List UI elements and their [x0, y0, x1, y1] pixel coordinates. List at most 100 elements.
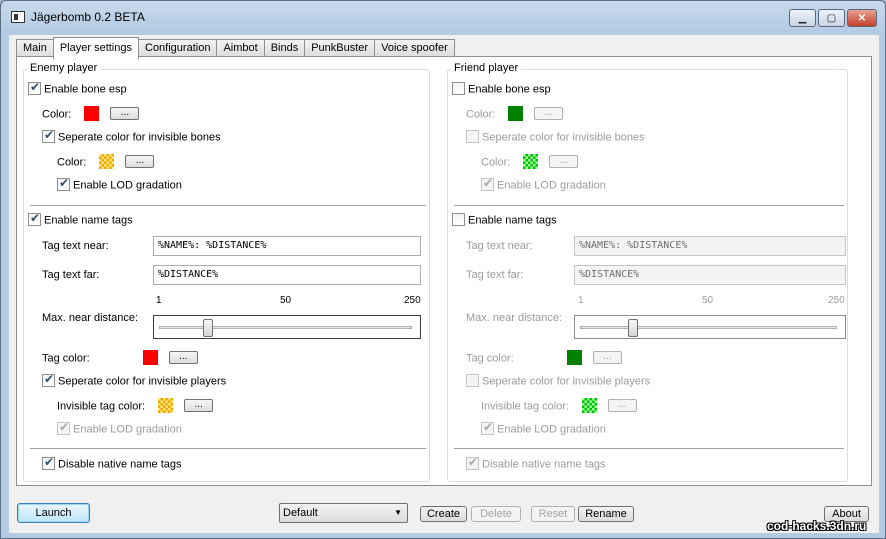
friend-invisible-color-swatch — [523, 154, 539, 169]
enemy-invisible-tag-color-row: Invisible tag color: ... — [57, 398, 214, 414]
enemy-disable-native-checkbox[interactable] — [42, 455, 55, 470]
friend-color-row: Color: ... — [466, 106, 564, 122]
enemy-tag-far-input[interactable]: %DISTANCE% — [153, 265, 421, 285]
friend-slider-min-label: 1 — [578, 295, 584, 306]
enemy-sep-bones-label: Seperate color for invisible bones — [58, 131, 221, 144]
enemy-invisible-color-label: Color: — [57, 156, 87, 169]
enemy-lod-row[interactable]: Enable LOD gradation — [57, 176, 182, 192]
friend-player-group: Friend player Enable bone esp Color: ...… — [447, 62, 848, 482]
delete-button[interactable]: Delete — [471, 506, 521, 522]
enemy-color-swatch — [84, 106, 100, 121]
friend-tag-far-input[interactable]: %DISTANCE% — [574, 265, 846, 285]
enemy-slider-thumb[interactable] — [203, 319, 213, 337]
enemy-sep-bones-checkbox[interactable] — [42, 128, 55, 143]
friend-tag-color-picker-button[interactable]: ... — [592, 351, 622, 364]
enemy-tag-color-swatch — [142, 350, 158, 365]
maximize-button[interactable]: ▢ — [818, 9, 845, 27]
close-button[interactable]: ✕ — [847, 9, 877, 27]
chevron-down-icon: ▼ — [394, 508, 402, 517]
friend-slider-max-label: 250 — [828, 295, 845, 306]
enemy-sep-players-checkbox[interactable] — [42, 372, 55, 387]
enemy-lod-checkbox[interactable] — [57, 176, 70, 191]
enemy-invisible-color-picker-button[interactable]: ... — [125, 155, 155, 168]
enemy-name-tags-checkbox[interactable] — [28, 211, 41, 226]
launch-button[interactable]: Launch — [17, 503, 90, 523]
friend-name-tags-row[interactable]: Enable name tags — [452, 213, 557, 227]
friend-tag-color-swatch — [566, 350, 582, 365]
enemy-name-tags-row[interactable]: Enable name tags — [28, 211, 133, 227]
friend-invisible-tag-color-swatch — [582, 398, 598, 413]
friend-tag-near-label: Tag text near: — [466, 240, 533, 252]
friend-sep-players-row[interactable]: Seperate color for invisible players — [466, 374, 650, 388]
enemy-max-near-label: Max. near distance: — [42, 312, 138, 324]
friend-color-label: Color: — [466, 108, 496, 121]
watermark-text: cod-hacks.3dn.ru — [767, 519, 867, 533]
enemy-divider-2 — [30, 448, 426, 449]
friend-tag-color-row: Tag color: ... — [466, 350, 622, 366]
minimize-button[interactable]: ▁ — [789, 9, 816, 27]
rename-button[interactable]: Rename — [578, 506, 634, 522]
friend-color-picker-button[interactable]: ... — [534, 107, 564, 120]
reset-button[interactable]: Reset — [531, 506, 575, 522]
friend-disable-native-checkbox[interactable] — [466, 455, 479, 470]
enemy-player-group: Enemy player Enable bone esp Color: ... … — [23, 62, 430, 482]
enemy-bone-esp-checkbox[interactable] — [28, 80, 41, 95]
friend-lod2-checkbox[interactable] — [481, 420, 494, 435]
friend-lod-label: Enable LOD gradation — [497, 179, 606, 192]
friend-lod2-label: Enable LOD gradation — [497, 423, 606, 436]
title-bar[interactable]: Jägerbomb 0.2 BETA ▁ ▢ ✕ — [1, 1, 885, 33]
enemy-invisible-color-swatch — [99, 154, 115, 169]
maximize-icon: ▢ — [826, 12, 837, 24]
tab-player-settings[interactable]: Player settings — [52, 37, 139, 59]
enemy-color-picker-button[interactable]: ... — [110, 107, 140, 120]
friend-tag-color-label: Tag color: — [466, 352, 514, 365]
profile-select[interactable]: Default ▼ — [279, 503, 408, 523]
enemy-lod2-checkbox[interactable] — [57, 420, 70, 435]
friend-slider-thumb[interactable] — [628, 319, 638, 337]
enemy-group-title: Enemy player — [27, 62, 101, 74]
friend-sep-bones-checkbox[interactable] — [466, 130, 479, 143]
friend-sep-bones-row[interactable]: Seperate color for invisible bones — [466, 130, 645, 144]
enemy-slider-max-label: 250 — [404, 295, 421, 306]
enemy-sep-players-row[interactable]: Seperate color for invisible players — [42, 372, 227, 388]
app-icon — [11, 11, 25, 23]
enemy-bone-esp-row[interactable]: Enable bone esp — [28, 80, 127, 96]
enemy-invisible-tag-color-label: Invisible tag color: — [57, 400, 146, 413]
enemy-max-near-slider[interactable] — [153, 315, 421, 339]
friend-invisible-tag-color-row: Invisible tag color: ... — [481, 398, 638, 414]
friend-bone-esp-checkbox[interactable] — [452, 82, 465, 95]
friend-lod-row[interactable]: Enable LOD gradation — [481, 176, 606, 192]
enemy-slider-min-label: 1 — [156, 295, 162, 306]
friend-max-near-slider[interactable] — [574, 315, 846, 339]
enemy-lod2-label: Enable LOD gradation — [73, 423, 182, 436]
friend-slider-track — [580, 326, 837, 329]
friend-name-tags-checkbox[interactable] — [452, 213, 465, 226]
enemy-sep-players-label: Seperate color for invisible players — [58, 375, 227, 388]
tab-strip: Main Player settings Configuration Aimbo… — [16, 37, 455, 59]
enemy-tag-near-input[interactable]: %NAME%: %DISTANCE% — [153, 236, 421, 256]
enemy-lod2-row[interactable]: Enable LOD gradation — [57, 420, 182, 436]
friend-lod2-row[interactable]: Enable LOD gradation — [481, 420, 606, 436]
friend-lod-checkbox[interactable] — [481, 176, 494, 191]
enemy-disable-native-label: Disable native name tags — [58, 458, 182, 471]
enemy-disable-native-row[interactable]: Disable native name tags — [42, 455, 182, 471]
app-window: Jägerbomb 0.2 BETA ▁ ▢ ✕ Main Player set… — [0, 0, 886, 539]
friend-invisible-color-picker-button[interactable]: ... — [549, 155, 579, 168]
enemy-invisible-tag-color-picker-button[interactable]: ... — [184, 399, 214, 412]
create-button[interactable]: Create — [420, 506, 467, 522]
player-settings-panel: Enemy player Enable bone esp Color: ... … — [16, 56, 872, 486]
friend-sep-players-checkbox[interactable] — [466, 374, 479, 387]
enemy-tag-color-picker-button[interactable]: ... — [168, 351, 198, 364]
enemy-sep-bones-row[interactable]: Seperate color for invisible bones — [42, 128, 221, 144]
friend-bone-esp-row[interactable]: Enable bone esp — [452, 82, 551, 96]
friend-disable-native-row[interactable]: Disable native name tags — [466, 455, 606, 471]
enemy-name-tags-label: Enable name tags — [44, 214, 133, 227]
enemy-tag-color-row: Tag color: ... — [42, 350, 198, 366]
friend-tag-near-input[interactable]: %NAME%: %DISTANCE% — [574, 236, 846, 256]
enemy-invisible-tag-color-swatch — [158, 398, 174, 413]
friend-invisible-tag-color-picker-button[interactable]: ... — [608, 399, 638, 412]
enemy-lod-label: Enable LOD gradation — [73, 179, 182, 192]
friend-slider-mid-label: 50 — [702, 295, 714, 306]
friend-invisible-color-row: Color: ... — [481, 154, 579, 170]
enemy-tag-color-label: Tag color: — [42, 352, 90, 365]
